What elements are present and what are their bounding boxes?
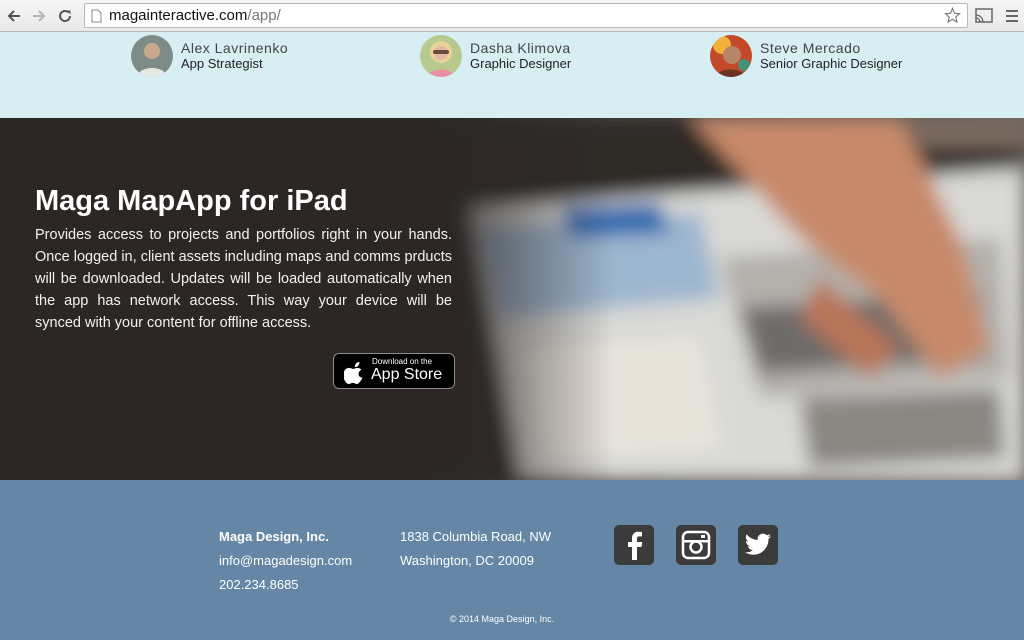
forward-arrow-icon xyxy=(33,10,46,22)
member-name: Alex Lavrinenko xyxy=(181,40,289,56)
company-name: Maga Design, Inc. xyxy=(219,529,329,544)
avatar xyxy=(131,35,173,77)
avatar xyxy=(420,35,462,77)
hero-description: Provides access to projects and portfoli… xyxy=(35,227,452,331)
member-role: Senior Graphic Designer xyxy=(760,56,903,71)
url-text: magainteractive.com/app/ xyxy=(109,7,281,24)
team-section: Alex Lavrinenko App Strategist Dasha Kli… xyxy=(0,32,1024,118)
browser-toolbar: magainteractive.com/app/ xyxy=(0,0,1024,32)
page-icon xyxy=(91,9,102,23)
address-line-2: Washington, DC 20009 xyxy=(400,553,534,568)
team-member: Steve Mercado Senior Graphic Designer xyxy=(710,35,902,77)
email-link[interactable]: info@magadesign.com xyxy=(219,553,352,568)
twitter-icon xyxy=(745,533,771,555)
back-arrow-icon xyxy=(7,10,20,22)
facebook-icon xyxy=(628,531,643,560)
apple-icon xyxy=(344,362,363,384)
instagram-link[interactable] xyxy=(676,525,716,565)
badge-small-text: Download on the xyxy=(372,357,433,366)
member-name: Steve Mercado xyxy=(760,40,861,56)
member-name: Dasha Klimova xyxy=(470,40,571,56)
facebook-link[interactable] xyxy=(614,525,654,565)
team-member: Alex Lavrinenko App Strategist xyxy=(131,35,288,77)
member-role: App Strategist xyxy=(181,56,263,71)
cast-icon[interactable] xyxy=(975,8,993,24)
bookmark-star-icon[interactable] xyxy=(944,7,961,24)
app-store-badge[interactable]: Download on the App Store xyxy=(333,353,455,389)
back-button[interactable] xyxy=(4,6,24,26)
badge-store-text: App Store xyxy=(371,366,443,383)
url-path: /app/ xyxy=(247,7,281,24)
address-bar[interactable]: magainteractive.com/app/ xyxy=(84,3,968,28)
footer: Maga Design, Inc. info@magadesign.com 20… xyxy=(0,480,1024,640)
url-host: magainteractive.com xyxy=(109,7,248,24)
menu-icon[interactable] xyxy=(1005,8,1019,24)
app-hero-section: Maga MapApp for iPad Provides access to … xyxy=(0,118,1024,480)
address-line-1: 1838 Columbia Road, NW xyxy=(400,529,552,544)
twitter-link[interactable] xyxy=(738,525,778,565)
forward-button[interactable] xyxy=(29,6,49,26)
hero-title: Maga MapApp for iPad xyxy=(35,185,348,217)
reload-icon xyxy=(59,9,71,22)
instagram-icon xyxy=(681,530,711,560)
member-role: Graphic Designer xyxy=(470,56,572,71)
team-member: Dasha Klimova Graphic Designer xyxy=(420,35,571,77)
phone-number: 202.234.8685 xyxy=(219,577,299,592)
avatar xyxy=(710,35,752,77)
copyright-text: © 2014 Maga Design, Inc. xyxy=(449,614,555,624)
reload-button[interactable] xyxy=(55,6,75,26)
